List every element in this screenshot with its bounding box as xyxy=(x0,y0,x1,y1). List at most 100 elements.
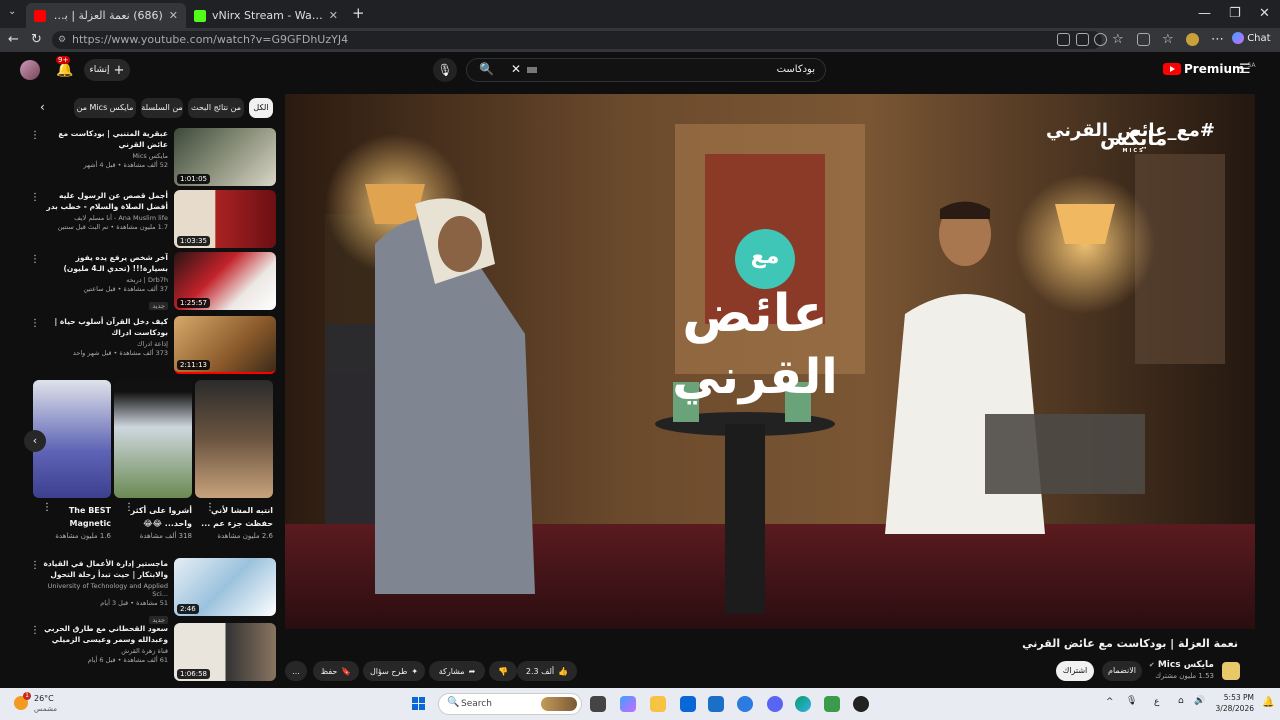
minimize-icon[interactable]: — xyxy=(1198,6,1211,21)
like-button[interactable]: 2.3 ألف 👍 xyxy=(517,661,577,681)
edge-icon[interactable] xyxy=(795,696,811,712)
video-player[interactable]: #مع_عائض_القرني مايكس MICS مع عائض القرن… xyxy=(285,94,1255,629)
list-item[interactable]: 1:25:57 آخر شخص يرفع يده يفوز بسيارة!!! … xyxy=(30,252,276,310)
bluetooth-icon[interactable] xyxy=(737,696,753,712)
close-window-icon[interactable]: ✕ xyxy=(1259,6,1270,21)
file-explorer-icon[interactable] xyxy=(650,696,666,712)
more-actions-icon[interactable]: ⋮ xyxy=(30,254,40,265)
task-view-icon[interactable] xyxy=(590,696,606,712)
video-thumbnail[interactable]: 2:11:13 xyxy=(174,316,276,374)
short-thumbnail[interactable] xyxy=(114,380,192,498)
more-actions-icon[interactable]: ⋮ xyxy=(30,318,40,329)
tab-youtube[interactable]: (686) نعمة العزلة | بودكاست مع عائ ✕ xyxy=(26,3,186,28)
notification-bell-icon[interactable]: 🔔 xyxy=(1262,697,1274,708)
new-tab-button[interactable]: + xyxy=(352,4,365,22)
dislike-button[interactable]: 👎 xyxy=(489,661,517,681)
channel-name[interactable]: مايكس Mics ✔ xyxy=(1149,660,1214,670)
create-button[interactable]: إنشاء + xyxy=(84,59,130,81)
list-item[interactable]: 1:06:58 سعود القحطاني مع طارق الحربي وعب… xyxy=(30,623,276,681)
taskbar-search-input[interactable]: 🔍 Search xyxy=(438,693,582,715)
more-actions-icon[interactable]: ⋮ xyxy=(30,625,40,636)
more-actions-icon[interactable]: ⋮ xyxy=(30,130,40,141)
copilot-chat-button[interactable]: Chat xyxy=(1232,32,1271,44)
more-actions-icon[interactable]: ⋮ xyxy=(205,502,215,513)
windows-start-icon[interactable] xyxy=(412,697,426,711)
copilot-icon[interactable] xyxy=(620,696,636,712)
voice-search-mic-icon[interactable]: 🎙 xyxy=(433,58,457,82)
close-tab-icon[interactable]: ✕ xyxy=(329,9,338,22)
sparkle-icon: ✦ xyxy=(411,666,419,676)
video-thumbnail[interactable]: 2:46 xyxy=(174,558,276,616)
hamburger-menu-icon[interactable]: ☰ xyxy=(1239,62,1251,77)
tab-list-icon[interactable]: ⌄ xyxy=(8,6,16,17)
close-tab-icon[interactable]: ✕ xyxy=(169,9,178,22)
channel-name-text: مايكس Mics xyxy=(1157,660,1214,670)
mail-icon[interactable] xyxy=(708,696,724,712)
tab-kick[interactable]: vNirx Stream - Watch Live on Kick ✕ xyxy=(186,3,346,28)
more-options-icon[interactable]: ⋯ xyxy=(1211,32,1224,47)
video-title: عبقرية المتنبي | بودكاست مع عائض القرني xyxy=(58,129,168,149)
video-thumbnail[interactable]: 1:01:05 xyxy=(174,128,276,186)
join-button[interactable]: الانضمام xyxy=(1102,661,1142,681)
reload-icon[interactable]: ↻ xyxy=(31,32,42,47)
video-thumbnail[interactable]: 1:25:57 xyxy=(174,252,276,310)
ask-button[interactable]: طرح سؤال ✦ xyxy=(363,661,425,681)
volume-icon[interactable]: 🔊 xyxy=(1194,696,1205,706)
subscribe-button[interactable]: اشتراك xyxy=(1056,661,1094,681)
site-info-icon[interactable]: ⚙ xyxy=(58,31,66,49)
more-actions-icon[interactable]: ⋮ xyxy=(30,560,40,571)
favorite-star-icon[interactable]: ☆ xyxy=(1112,32,1124,47)
taskbar-clock[interactable]: 5:53 PM 3/28/2026 xyxy=(1214,692,1254,714)
share-button[interactable]: مشاركة ➦ xyxy=(429,661,485,681)
zoom-icon[interactable] xyxy=(1094,33,1107,46)
github-icon[interactable] xyxy=(853,696,869,712)
chip-all[interactable]: الكل xyxy=(249,98,273,118)
video-title: سعود القحطاني مع طارق الحربي وعبدالله وس… xyxy=(44,624,168,644)
more-actions-icon[interactable]: ⋮ xyxy=(42,502,52,513)
chip-from-mics[interactable]: من Mics مايكس xyxy=(74,98,136,118)
share-label: مشاركة xyxy=(438,666,465,676)
list-item[interactable]: 2:11:13 كيف دخل القرآن أسلوب حياة | بودك… xyxy=(30,316,276,374)
install-app-icon[interactable] xyxy=(1057,33,1070,46)
mic-tray-icon[interactable]: 🎙 xyxy=(1126,696,1137,706)
more-actions-icon[interactable]: ⋮ xyxy=(30,192,40,203)
search-input[interactable]: 🔍 ✕ بودكاست xyxy=(466,58,826,82)
account-avatar[interactable] xyxy=(20,60,40,80)
channel-row: مايكس Mics ✔ 1.53 مليون مشترك الانضمام ا… xyxy=(1050,658,1240,684)
list-item[interactable]: 1:03:35 أجمل قصص عن الرسول عليه أفضل الص… xyxy=(30,190,276,248)
network-icon[interactable]: ⌂ xyxy=(1178,696,1184,706)
more-actions-button[interactable]: ... xyxy=(285,661,307,681)
maximize-icon[interactable]: ❐ xyxy=(1229,6,1241,21)
discord-icon[interactable] xyxy=(767,696,783,712)
chip-from-series[interactable]: من السلسلة xyxy=(141,98,183,118)
app-icon[interactable] xyxy=(824,696,840,712)
language-indicator[interactable]: ع xyxy=(1154,697,1159,707)
keyboard-icon[interactable] xyxy=(527,67,537,73)
video-thumbnail[interactable]: 1:06:58 xyxy=(174,623,276,681)
search-icon[interactable]: 🔍 xyxy=(479,62,494,76)
save-button[interactable]: حفظ 🔖 xyxy=(313,661,359,681)
youtube-favicon-icon xyxy=(34,9,46,22)
channel-avatar[interactable] xyxy=(1222,662,1240,680)
video-thumbnail[interactable]: 1:03:35 xyxy=(174,190,276,248)
more-actions-icon[interactable]: ⋮ xyxy=(124,502,134,513)
profile-icon[interactable] xyxy=(1186,33,1199,46)
notifications-bell-icon[interactable]: 🔔 9+ xyxy=(56,56,73,78)
short-thumbnail[interactable] xyxy=(195,380,273,498)
translate-icon[interactable] xyxy=(1076,33,1089,46)
tray-overflow-icon[interactable]: ^ xyxy=(1106,697,1114,707)
search-placeholder: Search xyxy=(461,699,492,709)
clear-search-icon[interactable]: ✕ xyxy=(511,62,521,76)
list-item[interactable]: 2:46 ماجستير إدارة الأعمال في القيادة وا… xyxy=(30,558,276,624)
video-stats: 52 ألف مشاهدة • قبل 4 أشهر xyxy=(83,161,168,169)
address-bar[interactable]: ⚙ https://www.youtube.com/watch?v=G9GFDh… xyxy=(52,31,1102,49)
duration-badge: 1:01:05 xyxy=(177,174,210,184)
outlook-icon[interactable] xyxy=(680,696,696,712)
chip-from-search[interactable]: من نتائج البحث xyxy=(188,98,244,118)
list-item[interactable]: 1:01:05 عبقرية المتنبي | بودكاست مع عائض… xyxy=(30,128,276,186)
chevron-left-icon[interactable]: ‹ xyxy=(40,100,45,114)
back-icon[interactable]: ← xyxy=(8,32,19,47)
extensions-icon[interactable] xyxy=(1137,33,1150,46)
favorites-icon[interactable]: ☆ xyxy=(1162,32,1174,47)
chevron-left-icon[interactable]: ‹ xyxy=(24,430,46,452)
